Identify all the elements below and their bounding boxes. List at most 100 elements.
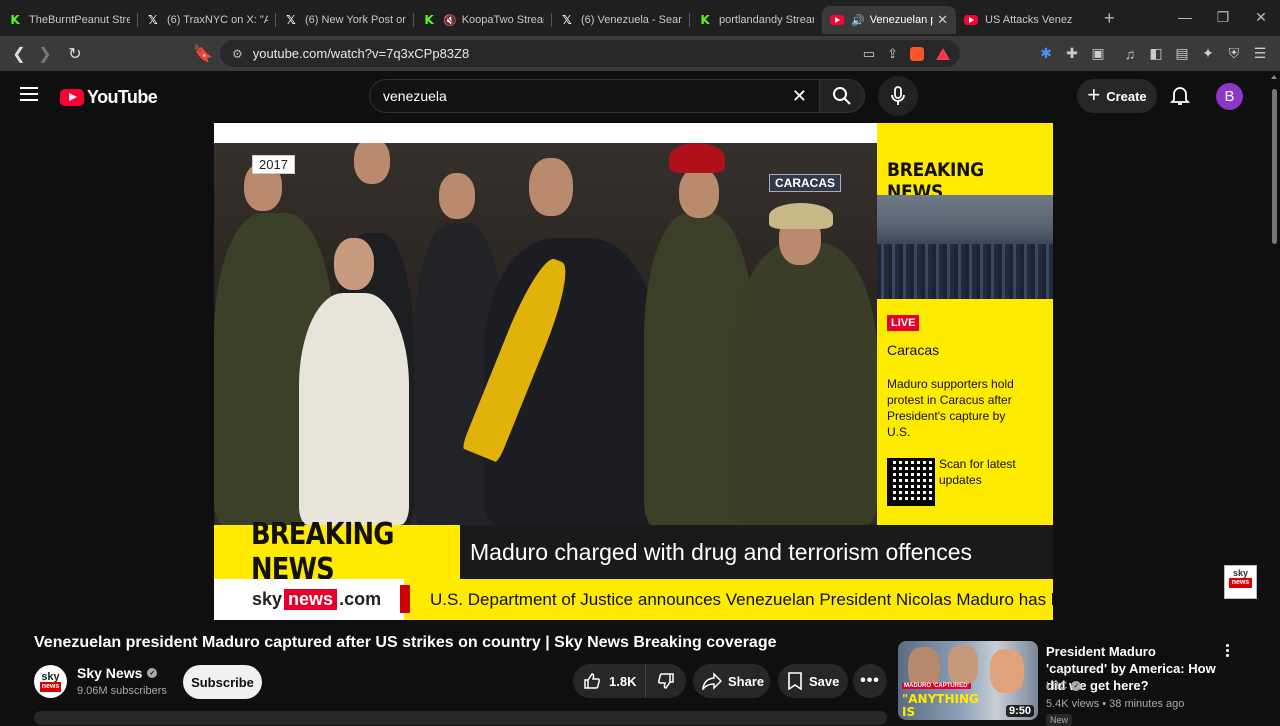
account-avatar[interactable]: B (1216, 83, 1243, 110)
video-player[interactable]: 2017 CARACAS BREAKING NEWS LIVE Caracas … (214, 123, 1053, 620)
search-button[interactable] (819, 79, 865, 113)
qr-code (887, 458, 935, 506)
clear-search-icon[interactable]: ✕ (792, 86, 807, 107)
tab-title: Venezuelan pr (869, 14, 934, 26)
menu-icon[interactable]: ☰ (1250, 45, 1270, 62)
browser-tab[interactable]: K TheBurntPeanut Strea (0, 6, 138, 34)
brave-rewards-icon[interactable] (936, 47, 950, 60)
channel-name[interactable]: Sky News ✓ (77, 665, 158, 681)
close-window-icon[interactable]: ✕ (1242, 0, 1280, 36)
save-button[interactable]: Save (778, 664, 848, 698)
watermark-news: news (1228, 578, 1253, 588)
breaking-news-text: BREAKING NEWS (251, 517, 394, 587)
site-settings-icon[interactable]: ⚙ (232, 47, 243, 61)
recommended-more-icon[interactable] (1221, 644, 1233, 657)
verified-badge-icon: ✓ (147, 668, 158, 678)
restore-icon[interactable]: ❐ (1204, 0, 1242, 36)
headline-bar: BREAKING NEWS Maduro charged with drug a… (214, 517, 1053, 587)
brand-sky: sky (252, 589, 283, 609)
live-badge: LIVE (887, 315, 920, 331)
cast-icon[interactable]: ▭ (863, 46, 875, 62)
channel-avatar-sky: sky (41, 670, 60, 683)
brave-shields-icon[interactable] (910, 46, 924, 61)
share-button[interactable]: Share (693, 664, 770, 698)
screenshot-icon[interactable]: ▣ (1088, 45, 1108, 62)
page-scrollbar[interactable] (1269, 71, 1280, 720)
recommended-meta: 5.4K views • 38 minutes ago (1046, 698, 1185, 710)
breaking-news-sidebar: BREAKING NEWS LIVE Caracas Maduro suppor… (877, 123, 1053, 525)
leo-ai-icon[interactable]: ✦ (1198, 45, 1218, 62)
qr-caption: Scan for latest updates (939, 457, 1016, 487)
sidebar-icon[interactable]: ◧ (1146, 45, 1166, 62)
kick-icon: K (10, 13, 20, 27)
more-actions-button[interactable]: ••• (853, 664, 887, 698)
video-scene-image (214, 143, 877, 525)
share-label: Share (728, 673, 765, 689)
video-frame: 2017 CARACAS (214, 123, 877, 525)
scrollbar-thumb[interactable] (1272, 89, 1277, 244)
subscribe-button[interactable]: Subscribe (183, 665, 262, 699)
browser-tab[interactable]: K portlandandy Stream (690, 6, 822, 34)
search-icon (833, 87, 851, 105)
extensions-toolbar: ✱ ✚ ▣ ♫ ◧ ▤ ✦ ⛨ ☰ (1036, 36, 1270, 71)
browser-tab-strip: K TheBurntPeanut Strea 𝕏 (6) TraxNYC on … (0, 0, 1280, 36)
browser-tab[interactable]: K 🔇 KoopaTwo Stream (414, 6, 552, 34)
minimize-icon[interactable]: — (1166, 0, 1204, 36)
new-badge: New (1046, 714, 1073, 726)
search-input[interactable]: venezuela ✕ (369, 79, 819, 113)
recommended-thumbnail[interactable]: MADURO 'CAPTURED' "ANYTHING IS POSSIBLE … (898, 641, 1038, 720)
browser-tab[interactable]: US Attacks Venez (956, 6, 1092, 34)
forward-icon[interactable]: ❯ (32, 44, 58, 64)
thumbs-down-icon (658, 673, 674, 689)
channel-avatar-news: news (39, 681, 62, 692)
year-label: 2017 (252, 155, 295, 174)
ticker-divider (400, 585, 410, 613)
x-icon: 𝕏 (286, 13, 296, 27)
tab-title: (6) TraxNYC on X: "An (167, 14, 268, 26)
scroll-up-icon[interactable] (1271, 75, 1277, 79)
youtube-logo[interactable]: YouTube (60, 87, 158, 108)
voice-search-button[interactable] (878, 76, 918, 116)
browser-tab-active[interactable]: 🔊 Venezuelan pr ✕ (822, 6, 956, 34)
search-query: venezuela (383, 88, 447, 104)
bookmark-save-icon (788, 672, 802, 690)
vpn-shield-icon[interactable]: ⛨ (1224, 45, 1244, 62)
muted-speaker-icon[interactable]: 🔇 (443, 14, 457, 27)
description-box[interactable] (34, 711, 887, 725)
bookmark-icon[interactable]: 🔖 (190, 44, 216, 64)
thumbs-up-icon (584, 673, 600, 689)
new-tab-icon[interactable]: + (1104, 8, 1115, 29)
like-dislike-group: 1.8K (573, 664, 686, 698)
notifications-bell-icon[interactable] (1168, 83, 1192, 107)
create-button[interactable]: + Create (1077, 79, 1157, 113)
recommended-channel[interactable]: LBC ✓ (1046, 680, 1082, 692)
tab-title: TheBurntPeanut Strea (29, 14, 130, 26)
browser-tab[interactable]: 𝕏 (6) TraxNYC on X: "An (138, 6, 276, 34)
more-horizontal-icon: ••• (860, 672, 880, 689)
browser-tab[interactable]: 𝕏 (6) Venezuela - Searc (552, 6, 690, 34)
close-tab-icon[interactable]: ✕ (937, 12, 948, 28)
skynews-brand: sky news .com (214, 579, 404, 620)
kick-icon: K (700, 13, 710, 27)
x-icon: 𝕏 (562, 13, 572, 27)
hamburger-menu-icon[interactable] (20, 87, 38, 105)
vpn-icon[interactable]: ✱ (1036, 45, 1056, 62)
kick-icon: K (424, 13, 434, 27)
plus-icon: + (1087, 82, 1101, 107)
share-page-icon[interactable]: ⇪ (887, 46, 898, 62)
url-field[interactable]: ⚙ youtube.com/watch?v=7q3xCPp83Z8 ▭ ⇪ (220, 40, 960, 67)
share-icon (702, 672, 722, 690)
dislike-button[interactable] (646, 672, 686, 690)
browser-tab[interactable]: 𝕏 (6) New York Post on (276, 6, 414, 34)
tab-title: US Attacks Venez (985, 14, 1073, 26)
extensions-icon[interactable]: ✚ (1062, 45, 1082, 62)
speaker-icon[interactable]: 🔊 (851, 14, 865, 27)
like-button[interactable]: 1.8K (573, 664, 646, 698)
media-icon[interactable]: ♫ (1120, 46, 1140, 62)
channel-avatar[interactable]: sky news (34, 665, 67, 698)
back-icon[interactable]: ❮ (6, 44, 32, 64)
reload-icon[interactable]: ↻ (62, 44, 88, 64)
news-ticker: sky news .com U.S. Department of Justice… (214, 579, 1053, 620)
wallet-icon[interactable]: ▤ (1172, 45, 1192, 62)
window-controls: — ❐ ✕ (1166, 0, 1280, 36)
